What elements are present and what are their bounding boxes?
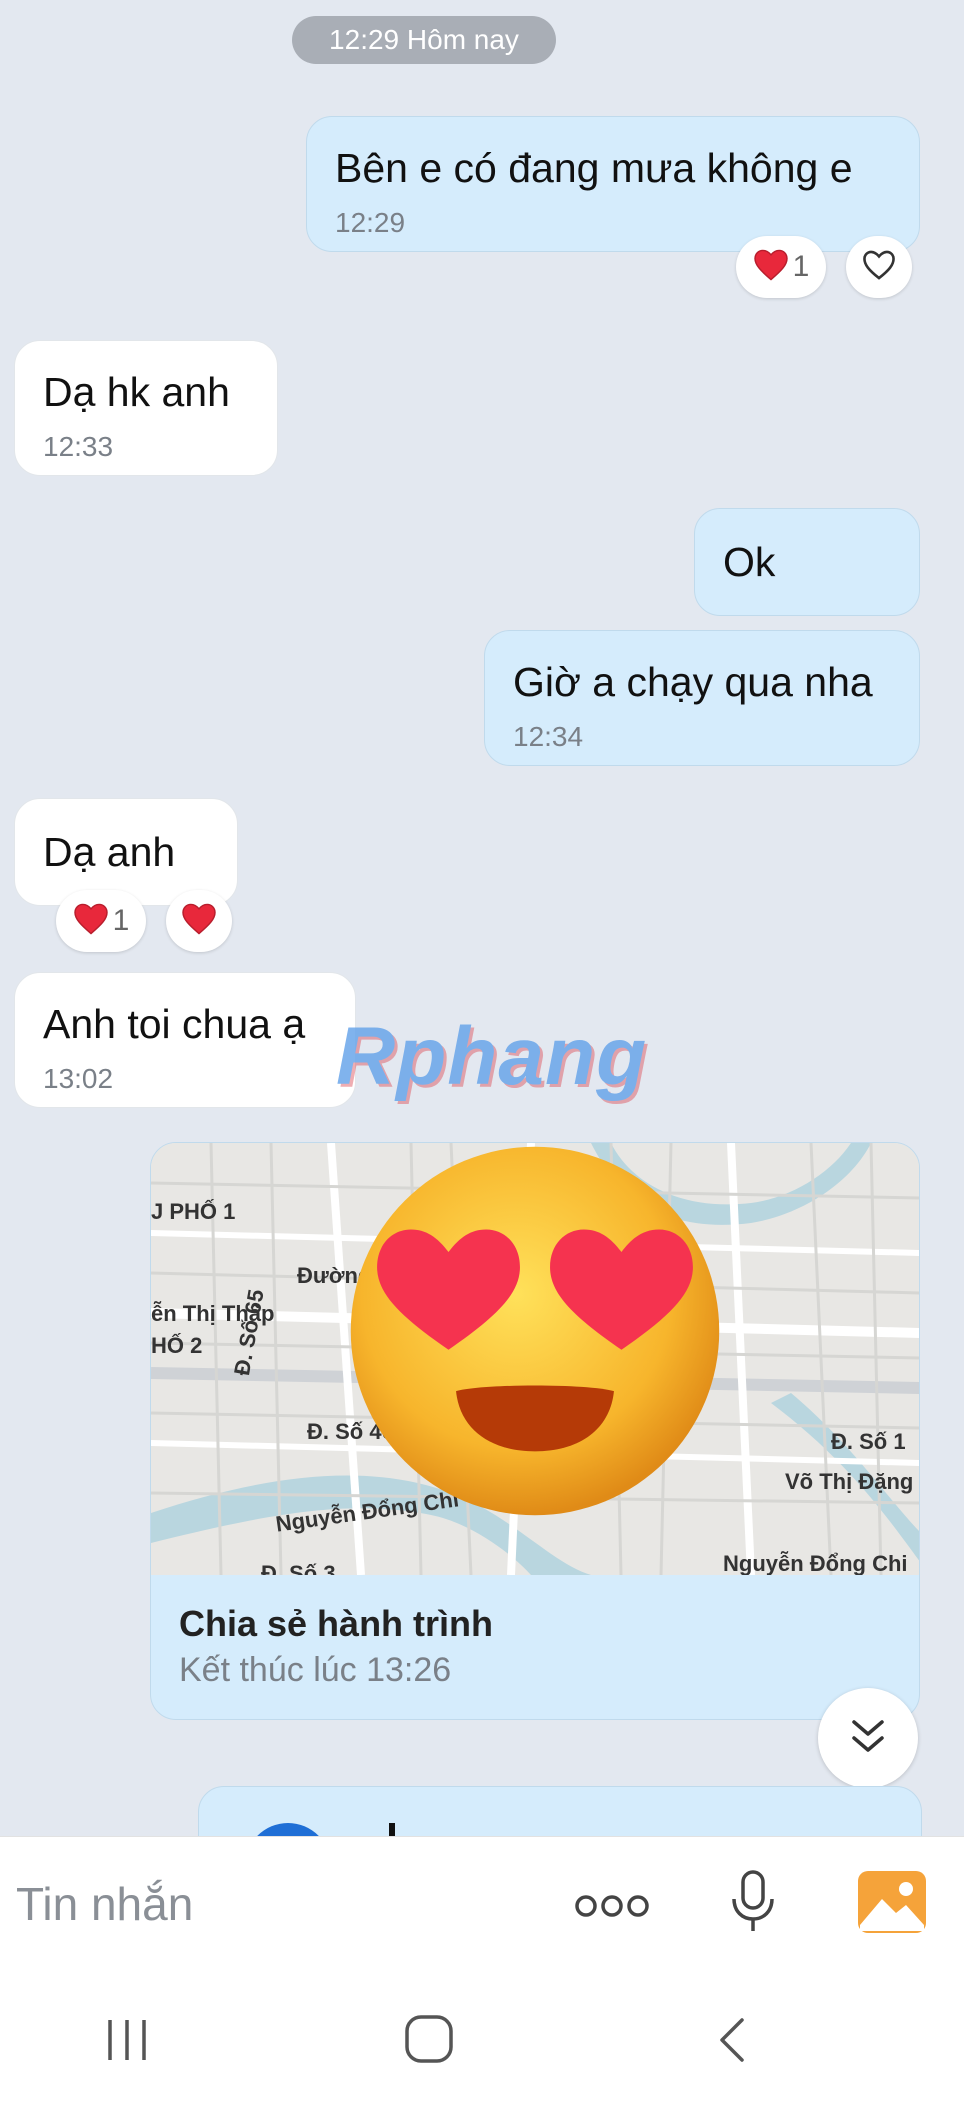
message-text: Bên e có đang mưa không e	[335, 145, 853, 191]
more-dots-icon[interactable]	[574, 1891, 650, 1926]
reaction-count: 1	[112, 904, 130, 937]
scroll-down-icon	[848, 1716, 888, 1765]
reaction-count: 1	[792, 250, 810, 283]
message-time: 12:33	[43, 431, 114, 462]
journey-title: Chia sẻ hành trình	[179, 1603, 494, 1644]
map-label: Nguyễn Đổng Chi	[723, 1551, 908, 1575]
message-input[interactable]: Tin nhắn	[16, 1877, 193, 1931]
heart-filled-icon	[753, 249, 789, 286]
message-bubble-received[interactable]: Anh toi chua ạ 13:02	[14, 972, 356, 1108]
reaction-badge[interactable]: 1	[736, 236, 826, 298]
journey-share-card[interactable]: J PHỐ 1 Đường ễn Thị Thập HỐ 2 Đ. Số 65 …	[150, 1142, 920, 1720]
message-composer: Tin nhắn	[0, 1836, 964, 1975]
heart-filled-icon	[73, 903, 109, 940]
map-label: HỐ 2	[151, 1333, 203, 1358]
message-text: Anh toi chua ạ	[43, 1001, 306, 1047]
heart-outline-icon	[861, 249, 897, 286]
recent-apps-icon[interactable]	[104, 2018, 150, 2067]
message-bubble-sent[interactable]: Ok	[694, 508, 920, 616]
image-icon[interactable]	[856, 1869, 928, 1940]
watermark-logo: Rphang	[336, 1011, 648, 1102]
message-bubble-received[interactable]: Dạ hk anh 12:33	[14, 340, 278, 476]
message-time: 13:02	[43, 1063, 114, 1094]
react-button[interactable]	[846, 236, 912, 298]
message-text: Giờ a chạy qua nha	[513, 659, 873, 705]
message-time: 12:29	[335, 207, 406, 238]
map-label: J PHỐ 1	[151, 1199, 236, 1224]
message-bubble-sent[interactable]: Giờ a chạy qua nha 12:34	[484, 630, 920, 766]
react-button[interactable]	[166, 890, 232, 952]
date-separator: 12:29 Hôm nay	[292, 16, 556, 64]
scroll-down-button[interactable]	[818, 1688, 918, 1788]
heart-filled-icon	[181, 903, 217, 940]
heart-eyes-emoji-icon	[347, 1143, 723, 1519]
message-text: Dạ anh	[43, 829, 176, 875]
reaction-badge[interactable]: 1	[56, 890, 146, 952]
microphone-icon[interactable]	[728, 1869, 778, 1940]
map-preview[interactable]: J PHỐ 1 Đường ễn Thị Thập HỐ 2 Đ. Số 65 …	[151, 1143, 919, 1575]
system-nav-bar	[0, 1974, 964, 2104]
journey-subtitle: Kết thúc lúc 13:26	[179, 1651, 452, 1689]
message-text: Ok	[723, 539, 776, 585]
message-time: 12:34	[513, 721, 584, 752]
message-bubble-sent[interactable]: Bên e có đang mưa không e 12:29	[306, 116, 920, 252]
map-label: Võ Thị Đặng	[785, 1469, 914, 1494]
message-text: Dạ hk anh	[43, 369, 230, 415]
map-label: Đ. Số 1	[831, 1429, 906, 1454]
map-label: Đ. Số 3	[261, 1561, 336, 1575]
home-icon[interactable]	[404, 2014, 454, 2069]
back-icon[interactable]	[714, 2016, 750, 2069]
